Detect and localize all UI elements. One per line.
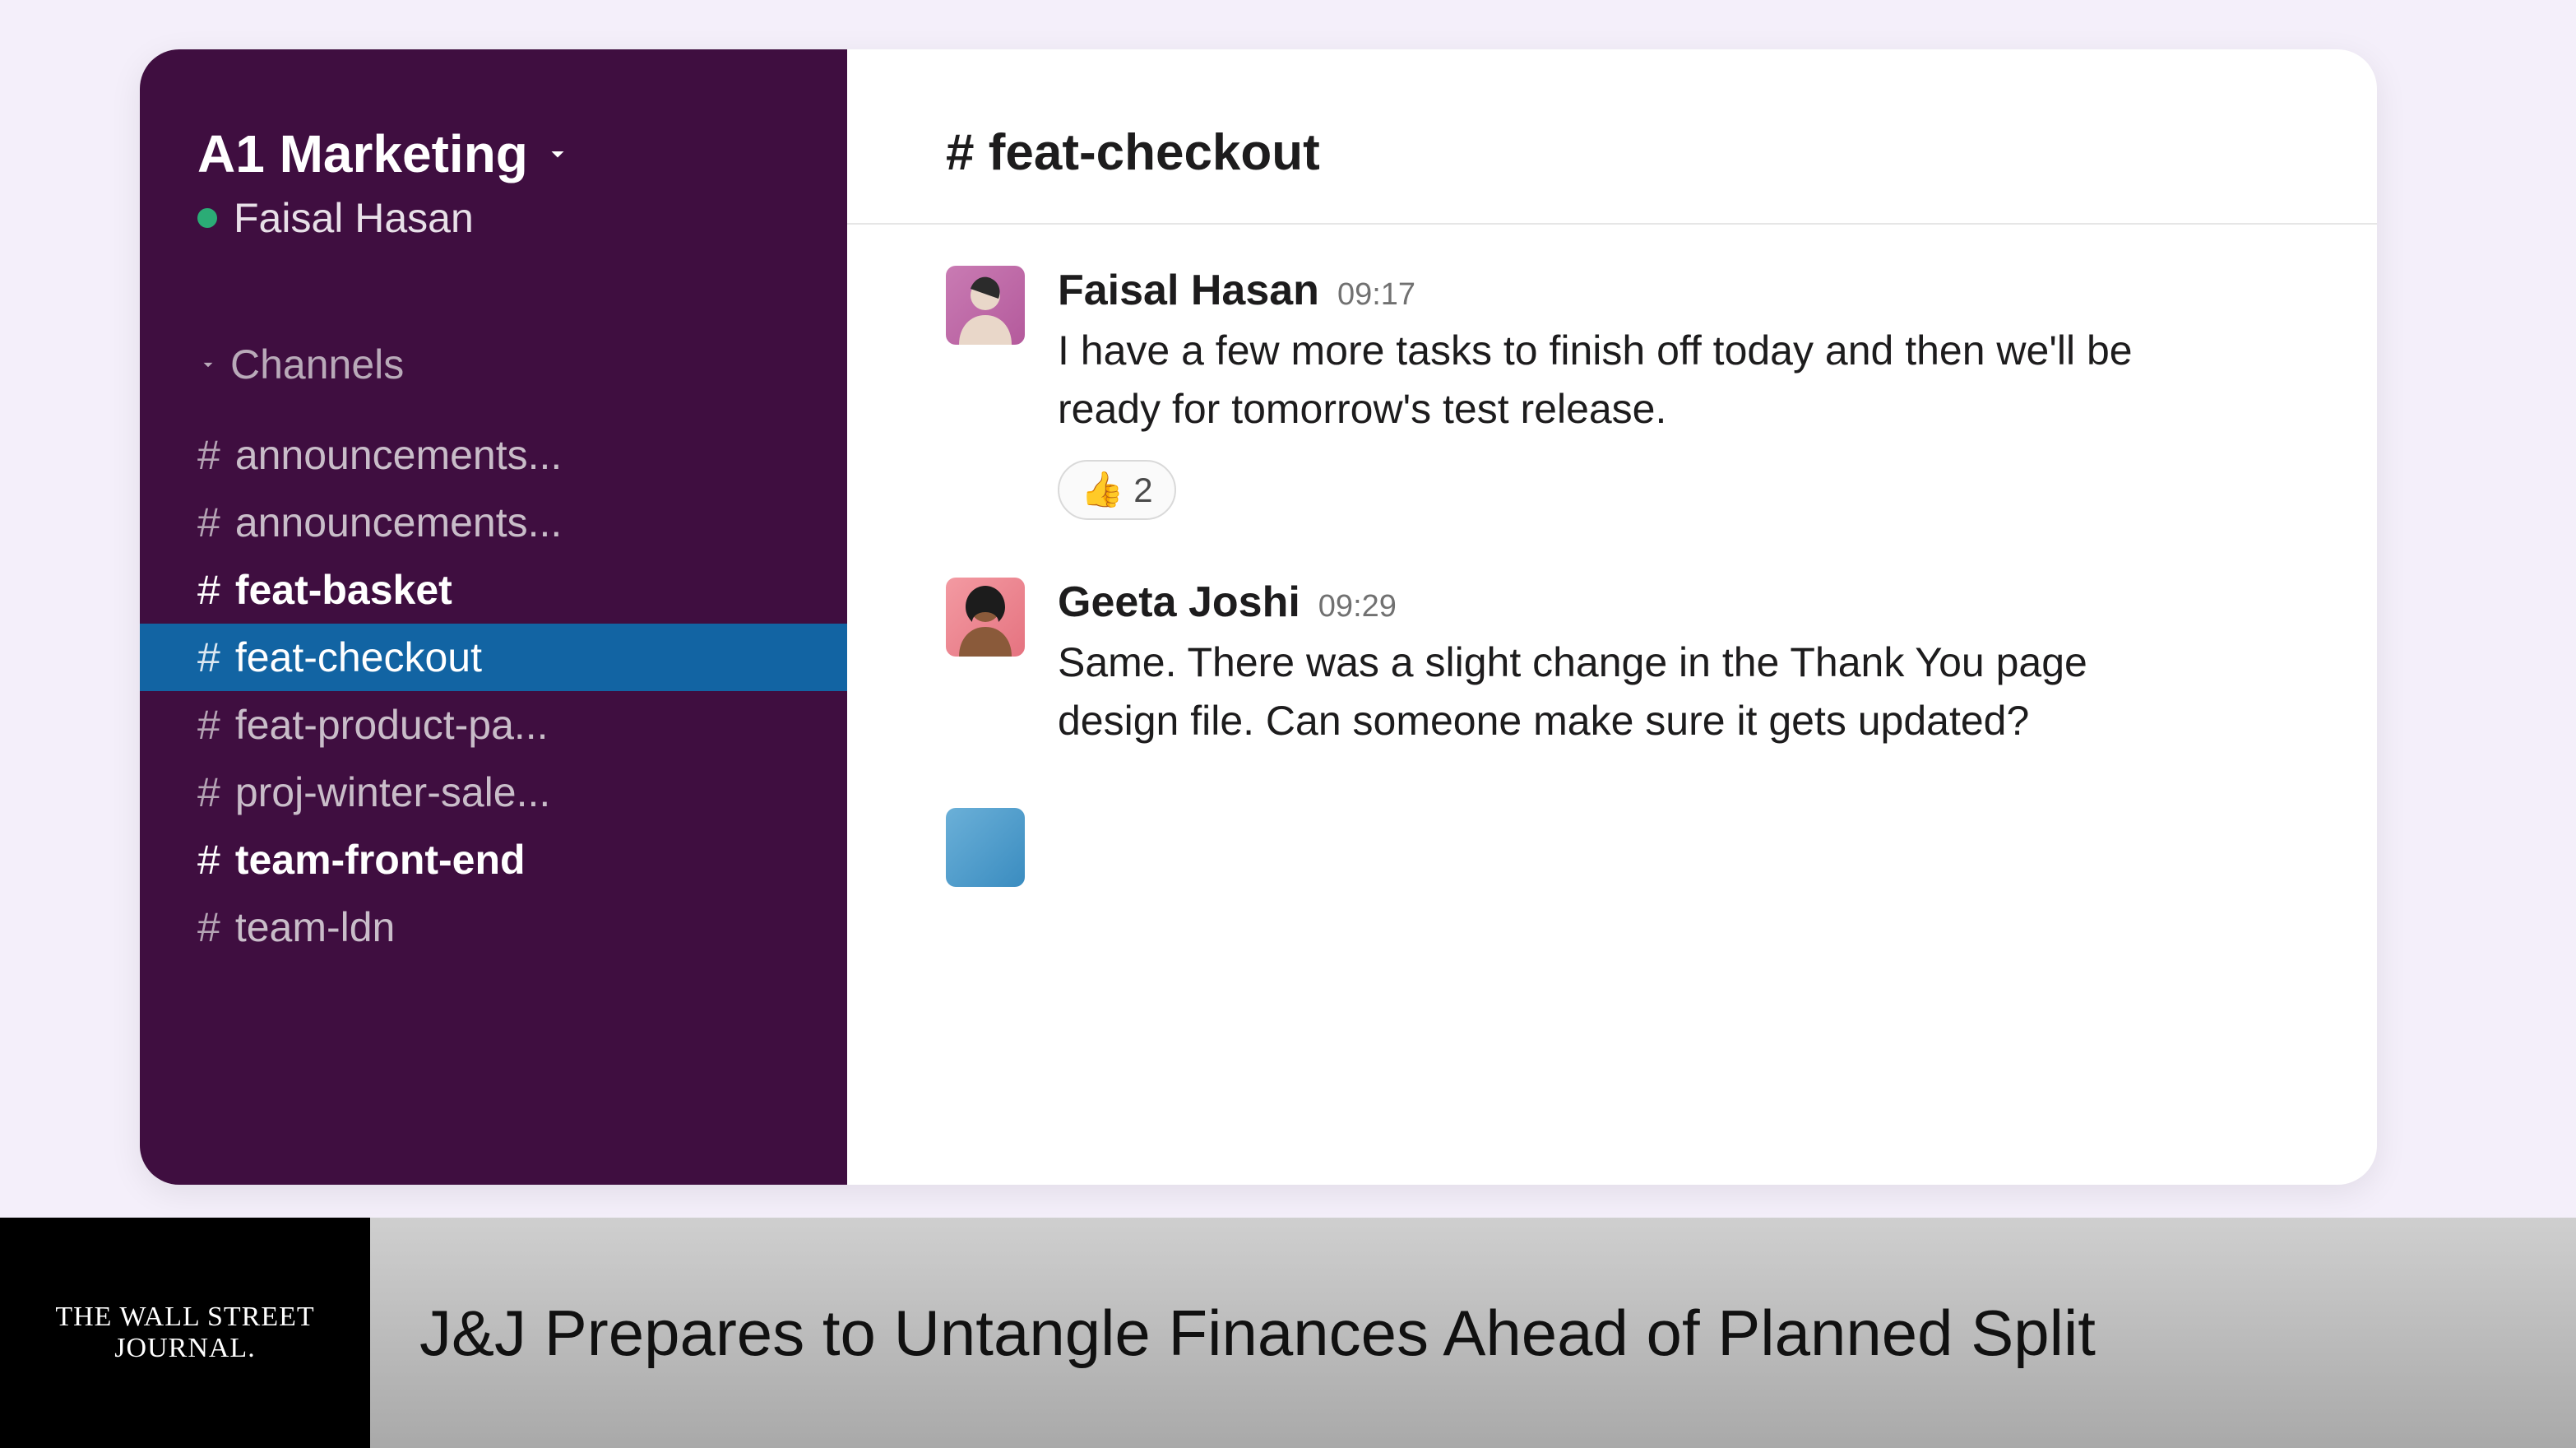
- channel-list: # announcements... # announcements... # …: [140, 421, 847, 961]
- workspace-name: A1 Marketing: [197, 123, 528, 184]
- channels-section-label: Channels: [230, 341, 404, 388]
- avatar[interactable]: [946, 266, 1025, 345]
- channel-item-announcements-2[interactable]: # announcements...: [140, 489, 847, 556]
- hash-icon: #: [197, 836, 220, 884]
- channel-label: feat-checkout: [235, 634, 482, 681]
- current-user-name: Faisal Hasan: [234, 194, 474, 242]
- channel-label: announcements...: [235, 499, 563, 546]
- hash-icon: #: [197, 566, 220, 614]
- hash-icon: #: [197, 701, 220, 749]
- message: Faisal Hasan 09:17 I have a few more tas…: [946, 266, 2278, 520]
- presence-dot-icon: [197, 208, 217, 228]
- avatar[interactable]: [946, 808, 1025, 887]
- ticker-source-logo: THE WALL STREET JOURNAL.: [0, 1218, 370, 1448]
- message-text: Same. There was a slight change in the T…: [1058, 634, 2143, 750]
- thumbs-up-icon: 👍: [1081, 470, 1124, 510]
- channel-item-feat-product[interactable]: # feat-product-pa...: [140, 691, 847, 759]
- channel-title: # feat-checkout: [946, 123, 2278, 182]
- sidebar: A1 Marketing Faisal Hasan Channels # ann…: [140, 49, 847, 1185]
- channel-item-proj-winter-sale[interactable]: # proj-winter-sale...: [140, 759, 847, 826]
- channel-label: feat-product-pa...: [235, 701, 549, 749]
- hash-icon: #: [197, 499, 220, 546]
- channel-label: team-ldn: [235, 903, 396, 951]
- reaction-thumbs-up[interactable]: 👍 2: [1058, 460, 1176, 520]
- avatar[interactable]: [946, 578, 1025, 657]
- ticker-headline-bar: J&J Prepares to Untangle Finances Ahead …: [370, 1218, 2576, 1448]
- channel-item-team-ldn[interactable]: # team-ldn: [140, 893, 847, 961]
- channel-item-feat-checkout[interactable]: # feat-checkout: [140, 624, 847, 691]
- hash-icon: #: [197, 431, 220, 479]
- channel-item-announcements-1[interactable]: # announcements...: [140, 421, 847, 489]
- message-author: Geeta Joshi: [1058, 578, 1300, 627]
- hash-icon: #: [197, 903, 220, 951]
- channel-pane: # feat-checkout Faisal Hasan 09:17 I hav…: [847, 49, 2377, 1185]
- message: Geeta Joshi 09:29 Same. There was a slig…: [946, 578, 2278, 750]
- channel-label: team-front-end: [235, 836, 526, 884]
- channel-header[interactable]: # feat-checkout: [847, 49, 2377, 225]
- news-ticker: THE WALL STREET JOURNAL. J&J Prepares to…: [0, 1218, 2576, 1448]
- hash-icon: #: [197, 634, 220, 681]
- message-time: 09:29: [1318, 589, 1397, 624]
- channel-label: feat-basket: [235, 566, 452, 614]
- message-time: 09:17: [1337, 277, 1415, 313]
- chevron-down-icon: [543, 139, 572, 169]
- channel-item-feat-basket[interactable]: # feat-basket: [140, 556, 847, 624]
- message-list: Faisal Hasan 09:17 I have a few more tas…: [847, 225, 2377, 928]
- channel-item-team-front-end[interactable]: # team-front-end: [140, 826, 847, 893]
- caret-down-icon: [197, 354, 219, 375]
- current-user-row[interactable]: Faisal Hasan: [197, 194, 790, 242]
- ticker-headline-text: J&J Prepares to Untangle Finances Ahead …: [419, 1296, 2096, 1371]
- message-text: I have a few more tasks to finish off to…: [1058, 322, 2143, 439]
- slack-window: A1 Marketing Faisal Hasan Channels # ann…: [140, 49, 2377, 1185]
- hash-icon: #: [197, 768, 220, 816]
- ticker-source: THE WALL STREET JOURNAL.: [20, 1302, 350, 1364]
- channel-label: proj-winter-sale...: [235, 768, 550, 816]
- channels-section-header[interactable]: Channels: [140, 341, 847, 388]
- workspace-switcher[interactable]: A1 Marketing: [197, 123, 790, 184]
- reaction-count: 2: [1133, 471, 1152, 510]
- channel-label: announcements...: [235, 431, 563, 479]
- message: [946, 808, 2278, 887]
- message-author: Faisal Hasan: [1058, 266, 1319, 315]
